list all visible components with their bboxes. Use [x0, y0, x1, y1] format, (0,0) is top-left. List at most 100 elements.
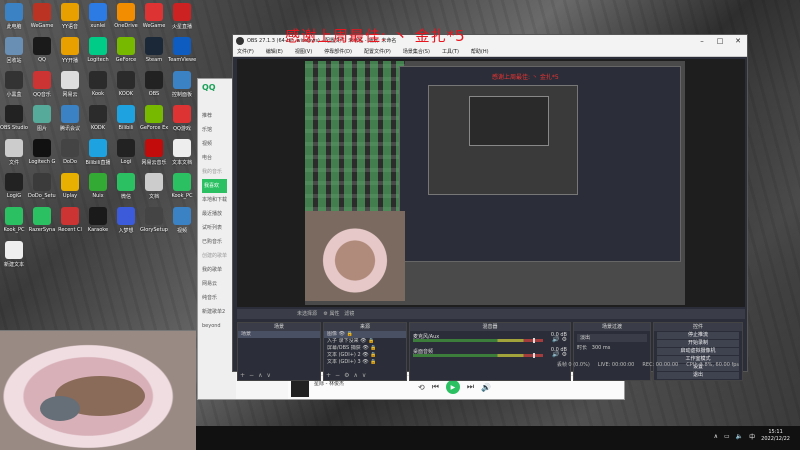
- nav-item[interactable]: 推荐: [202, 109, 227, 123]
- control-button[interactable]: 开始录制: [657, 340, 739, 347]
- visibility-icon[interactable]: 👁 🔒: [337, 331, 353, 337]
- desktop-icon[interactable]: QQ音乐: [28, 68, 56, 102]
- desktop-icon[interactable]: Karaoke: [84, 204, 112, 238]
- control-button[interactable]: 启动虚拟摄像机: [657, 348, 739, 355]
- add-icon[interactable]: +: [326, 372, 335, 379]
- control-button[interactable]: 退出: [657, 372, 739, 379]
- desktop-icon[interactable]: OneDrive: [112, 0, 140, 34]
- close-icon[interactable]: ✕: [729, 35, 747, 47]
- desktop-icon[interactable]: 微信: [112, 170, 140, 204]
- network-icon[interactable]: ▭: [724, 433, 730, 440]
- down-icon[interactable]: ∨: [266, 372, 274, 379]
- desktop-icon[interactable]: 视频: [168, 204, 196, 238]
- desktop-icon[interactable]: GlorySetup: [140, 204, 168, 238]
- volume-icon[interactable]: 🔊: [481, 383, 491, 392]
- desktop-icon[interactable]: DoDo_Setup: [28, 170, 56, 204]
- desktop-icon[interactable]: KOOK: [112, 68, 140, 102]
- desktop-icon[interactable]: Kook_PC: [0, 204, 28, 238]
- nav-item[interactable]: 网易云: [202, 277, 227, 291]
- minimize-icon[interactable]: –: [693, 35, 711, 47]
- transition-select[interactable]: 淡出: [577, 334, 647, 342]
- nav-item[interactable]: 我的歌单: [202, 263, 227, 277]
- menu-item[interactable]: 场景集合(S): [403, 47, 430, 56]
- desktop-icon[interactable]: YY开播: [56, 34, 84, 68]
- menu-item[interactable]: 视图(V): [295, 47, 312, 56]
- source-item[interactable]: 文本 (GDI+) 2 👁 🔒: [324, 352, 406, 359]
- source-item[interactable]: 图像 👁 🔒: [324, 331, 406, 338]
- maximize-icon[interactable]: □: [711, 35, 729, 47]
- desktop-icon[interactable]: xunlei: [84, 0, 112, 34]
- desktop-icon[interactable]: 新建文本: [0, 238, 28, 272]
- desktop-icon[interactable]: 回收站: [0, 34, 28, 68]
- desktop-icon[interactable]: 此电脑: [0, 0, 28, 34]
- visibility-icon[interactable]: 👁 🔒: [361, 345, 376, 351]
- desktop-icon[interactable]: Logitech: [84, 34, 112, 68]
- nav-item[interactable]: 乐馆: [202, 123, 227, 137]
- scene-item[interactable]: 场景: [238, 331, 320, 338]
- desktop-icon[interactable]: Kook: [84, 68, 112, 102]
- menu-item[interactable]: 编辑(E): [266, 47, 283, 56]
- album-cover[interactable]: [291, 379, 309, 397]
- remove-icon[interactable]: −: [335, 372, 344, 379]
- desktop-icon[interactable]: LogiG: [0, 170, 28, 204]
- desktop-icon[interactable]: Logitech G: [28, 136, 56, 170]
- nav-item[interactable]: beyond: [202, 319, 227, 333]
- desktop-icon[interactable]: 腾讯会议: [56, 102, 84, 136]
- desktop-icon[interactable]: GeForce: [112, 34, 140, 68]
- desktop-icon[interactable]: RazerSyna: [28, 204, 56, 238]
- desktop-icon[interactable]: Bilibili: [112, 102, 140, 136]
- desktop-icon[interactable]: WeGame: [140, 0, 168, 34]
- desktop-icon[interactable]: Recent Cl: [56, 204, 84, 238]
- mute-icon[interactable]: 🔊 ⚙: [552, 351, 567, 358]
- menu-item[interactable]: 帮助(H): [471, 47, 489, 56]
- menu-item[interactable]: 文件(F): [237, 47, 254, 56]
- nav-item[interactable]: 试听列表: [202, 221, 227, 235]
- menu-item[interactable]: 配置文件(P): [364, 47, 391, 56]
- desktop-icon[interactable]: Nuix: [84, 170, 112, 204]
- desktop-icon[interactable]: TeamViewer: [168, 34, 196, 68]
- obs-window[interactable]: OBS 27.1.3 (64-bit, windows) - 配置文件: 未命名…: [232, 34, 748, 381]
- desktop-icon[interactable]: KODK: [84, 102, 112, 136]
- control-button[interactable]: 停止推流: [657, 332, 739, 339]
- desktop-icon[interactable]: QQ: [28, 34, 56, 68]
- desktop-icon[interactable]: 文本文档: [168, 136, 196, 170]
- nav-item[interactable]: 本地和下载: [202, 193, 227, 207]
- desktop-icon[interactable]: Bilibili直播: [84, 136, 112, 170]
- menu-item[interactable]: 工具(T): [442, 47, 459, 56]
- desktop-icon[interactable]: 网易云: [56, 68, 84, 102]
- clock[interactable]: 15:11 2022/12/22: [761, 429, 790, 443]
- nav-item[interactable]: 视频: [202, 137, 227, 151]
- desktop-icon[interactable]: 控制面板: [168, 68, 196, 102]
- source-item[interactable]: 屏幕/OBS 捕获 👁 🔒: [324, 345, 406, 352]
- volume-meter[interactable]: [413, 338, 543, 343]
- desktop-icon[interactable]: GeForce Exp: [140, 102, 168, 136]
- properties-button[interactable]: 属性: [329, 311, 339, 317]
- nav-item[interactable]: 新建歌单2: [202, 305, 227, 319]
- desktop-icon[interactable]: OBS Studio: [0, 102, 28, 136]
- filters-button[interactable]: 滤镜: [344, 311, 354, 317]
- duration-field[interactable]: 300 ms: [592, 345, 611, 351]
- language-indicator[interactable]: 中: [749, 432, 755, 441]
- obs-preview[interactable]: 感谢上周最佳: 丶 金扎*5: [237, 59, 745, 307]
- down-icon[interactable]: ∨: [362, 372, 370, 379]
- visibility-icon[interactable]: 👁 🔒: [361, 352, 376, 358]
- loop-icon[interactable]: ⟲: [418, 383, 425, 392]
- desktop-icon[interactable]: 入梦想: [112, 204, 140, 238]
- desktop-icon[interactable]: 小黑盒: [0, 68, 28, 102]
- nav-item[interactable]: 最近播放: [202, 207, 227, 221]
- desktop-icon[interactable]: OBS: [140, 68, 168, 102]
- nav-item[interactable]: 已购音乐: [202, 235, 227, 249]
- chevron-up-icon[interactable]: ∧: [714, 433, 718, 440]
- nav-item[interactable]: 我喜欢: [202, 179, 228, 193]
- desktop-icon[interactable]: WeGame: [28, 0, 56, 34]
- play-button[interactable]: ▶: [445, 380, 460, 394]
- volume-meter[interactable]: [413, 353, 543, 358]
- volume-slider-thumb[interactable]: [532, 353, 535, 358]
- nav-item[interactable]: 纯音乐: [202, 291, 227, 305]
- desktop-icon[interactable]: 网易云音乐: [140, 136, 168, 170]
- desktop-icon[interactable]: Steam: [140, 34, 168, 68]
- volume-icon[interactable]: 🔈: [736, 433, 743, 440]
- up-icon[interactable]: ∧: [353, 372, 361, 379]
- next-icon[interactable]: ⏭: [467, 382, 474, 392]
- remove-icon[interactable]: −: [249, 372, 258, 379]
